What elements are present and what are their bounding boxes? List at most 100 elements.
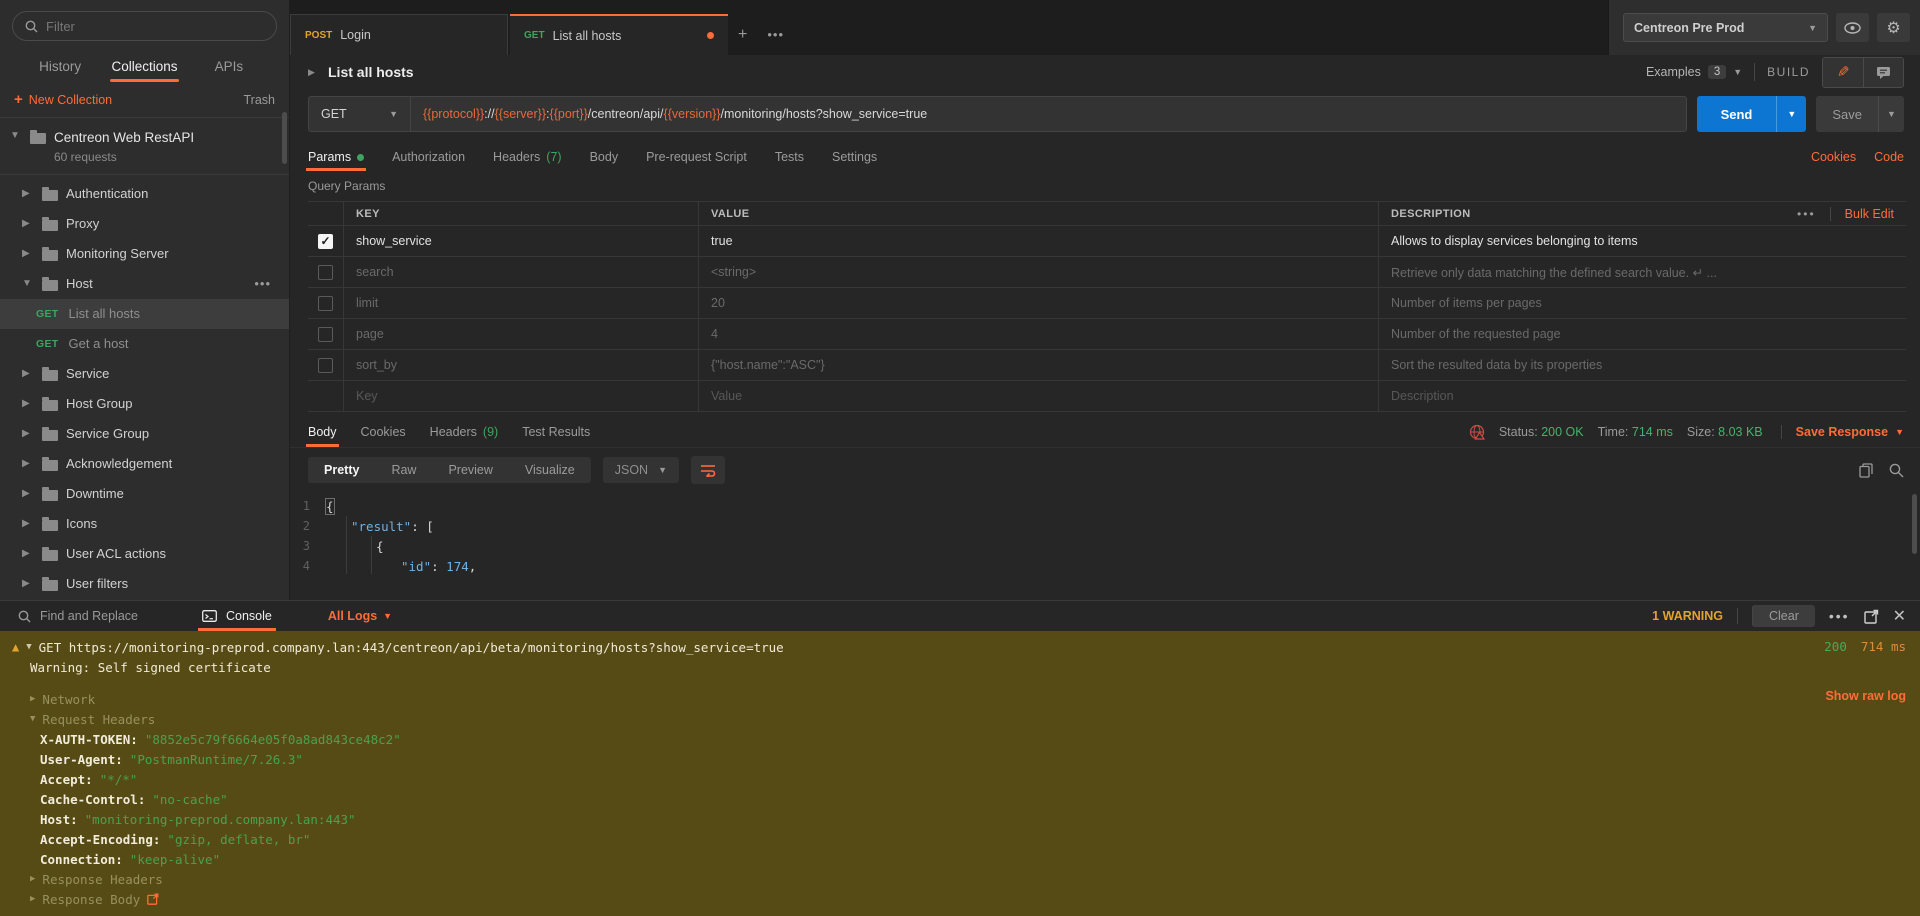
find-and-replace-button[interactable]: Find and Replace [14, 601, 142, 631]
build-label: BUILD [1767, 65, 1810, 79]
chevron-right-icon[interactable]: ▶ [308, 67, 320, 78]
settings-button[interactable]: ⚙ [1877, 13, 1910, 42]
environment-selector[interactable]: Centreon Pre Prod ▼ [1623, 13, 1828, 42]
tab-settings[interactable]: Settings [832, 143, 877, 171]
save-button[interactable]: Save [1816, 96, 1878, 132]
bulk-edit-link[interactable]: Bulk Edit [1830, 207, 1894, 221]
row-checkbox[interactable] [318, 265, 333, 280]
folder-icon [42, 430, 58, 441]
clear-console-button[interactable]: Clear [1752, 605, 1815, 627]
network-warning-icon[interactable] [1469, 424, 1485, 440]
sidebar-item-user-acl-actions[interactable]: ▶User ACL actions [0, 539, 289, 569]
sidebar-item-host[interactable]: ▼Host••• [0, 269, 289, 299]
console-header-line: X-AUTH-TOKEN:"8852e5c79f6664e05f0a8ad843… [12, 729, 1920, 749]
console-section-network[interactable]: ▶Network [12, 689, 1920, 709]
code-link[interactable]: Code [1874, 150, 1904, 164]
request-tab-login[interactable]: POST Login [290, 14, 508, 55]
row-checkbox[interactable] [318, 327, 333, 342]
row-checkbox[interactable] [318, 358, 333, 373]
row-checkbox[interactable]: ✓ [318, 234, 333, 249]
save-button-group: Save ▼ [1816, 96, 1904, 132]
tab-history[interactable]: History [18, 55, 102, 82]
folder-icon [42, 520, 58, 531]
log-filter-dropdown[interactable]: All Logs ▼ [324, 601, 396, 631]
trash-button[interactable]: Trash [244, 93, 276, 107]
sidebar-item-host-group[interactable]: ▶Host Group [0, 389, 289, 419]
comments-button[interactable] [1863, 58, 1903, 87]
view-raw[interactable]: Raw [375, 457, 432, 483]
view-pretty[interactable]: Pretty [308, 457, 375, 483]
view-visualize[interactable]: Visualize [509, 457, 591, 483]
examples-dropdown[interactable]: Examples 3 ▼ [1646, 65, 1742, 79]
new-collection-button[interactable]: +New Collection [14, 91, 112, 108]
show-raw-log-link[interactable]: Show raw log [1825, 689, 1906, 703]
console-section-response-headers[interactable]: ▶Response Headers [12, 869, 1920, 889]
tab-body[interactable]: Body [590, 143, 619, 171]
console-section-response-body[interactable]: ▶Response Body [12, 889, 1920, 909]
tab-response-body[interactable]: Body [308, 416, 337, 447]
tab-tests[interactable]: Tests [775, 143, 804, 171]
sidebar-item-list-all-hosts[interactable]: GETList all hosts [0, 299, 289, 329]
cookies-link[interactable]: Cookies [1811, 150, 1856, 164]
table-row: ✓ show_service true Allows to display se… [308, 226, 1906, 257]
tab-apis[interactable]: APIs [187, 55, 271, 82]
copy-icon[interactable] [1859, 463, 1873, 478]
console-section-request-headers[interactable]: ▼Request Headers [12, 709, 1920, 729]
search-response-icon[interactable] [1889, 463, 1904, 478]
view-preview[interactable]: Preview [432, 457, 508, 483]
chevron-down-icon[interactable]: ▼ [10, 130, 22, 141]
console-options-icon[interactable]: ••• [1829, 608, 1850, 624]
console-tab[interactable]: Console [198, 601, 276, 631]
filter-input[interactable] [46, 19, 264, 34]
response-body-viewer[interactable]: 1{ 2"result": [ 3{ 4"id": 174, [290, 490, 1920, 600]
tab-response-headers[interactable]: Headers(9) [430, 416, 499, 447]
tab-test-results[interactable]: Test Results [522, 416, 590, 447]
sidebar-filter[interactable] [12, 11, 277, 41]
sidebar-item-service[interactable]: ▶Service [0, 359, 289, 389]
sidebar-item-service-group[interactable]: ▶Service Group [0, 419, 289, 449]
send-button[interactable]: Send [1697, 96, 1777, 132]
chevron-down-icon[interactable]: ▼ [26, 642, 31, 652]
console-request-line[interactable]: ▲ ▼ GET https://monitoring-preprod.compa… [12, 637, 1920, 657]
sidebar-scrollbar[interactable] [282, 112, 287, 164]
url-input[interactable]: {{protocol}}://{{server}}:{{port}}/centr… [411, 97, 1686, 131]
tab-response-cookies[interactable]: Cookies [361, 416, 406, 447]
save-options-button[interactable]: ▼ [1878, 96, 1904, 132]
console-header-line: Connection:"keep-alive" [12, 849, 1920, 869]
collection-root[interactable]: ▼ Centreon Web RestAPI 60 requests [0, 118, 289, 175]
row-checkbox[interactable] [318, 296, 333, 311]
sidebar-item-get-a-host[interactable]: GETGet a host [0, 329, 289, 359]
new-tab-button[interactable]: + [728, 14, 757, 55]
item-options-icon[interactable]: ••• [254, 276, 271, 291]
console-log[interactable]: ▲ ▼ GET https://monitoring-preprod.compa… [0, 631, 1920, 916]
chevron-down-icon: ▼ [383, 611, 392, 621]
chevron-right-icon: ▶ [22, 398, 34, 409]
wrap-lines-button[interactable] [691, 456, 725, 484]
format-selector[interactable]: JSON ▼ [603, 457, 679, 483]
sidebar-item-user-filters[interactable]: ▶User filters [0, 569, 289, 599]
environment-quick-look-button[interactable] [1836, 13, 1869, 42]
table-options-icon[interactable]: ••• [1797, 207, 1816, 221]
sidebar-item-downtime[interactable]: ▶Downtime [0, 479, 289, 509]
open-in-new-icon[interactable] [1864, 609, 1879, 624]
tab-headers[interactable]: Headers(7) [493, 143, 562, 171]
tab-pre-request-script[interactable]: Pre-request Script [646, 143, 747, 171]
examples-count-badge: 3 [1708, 65, 1726, 79]
open-in-new-icon[interactable] [147, 893, 159, 905]
edit-request-button[interactable]: ✎ [1823, 58, 1863, 87]
request-tab-list-all-hosts[interactable]: GET List all hosts [510, 14, 728, 55]
sidebar-item-monitoring-server[interactable]: ▶Monitoring Server [0, 239, 289, 269]
save-response-button[interactable]: Save Response▼ [1781, 425, 1904, 439]
sidebar-item-acknowledgement[interactable]: ▶Acknowledgement [0, 449, 289, 479]
method-selector[interactable]: GET ▼ [309, 97, 411, 131]
sidebar-item-icons[interactable]: ▶Icons [0, 509, 289, 539]
tab-options-button[interactable]: ••• [757, 14, 794, 55]
send-options-button[interactable]: ▼ [1776, 96, 1806, 132]
sidebar-item-authentication[interactable]: ▶Authentication [0, 179, 289, 209]
response-scrollbar[interactable] [1912, 494, 1917, 554]
sidebar-item-proxy[interactable]: ▶Proxy [0, 209, 289, 239]
tab-params[interactable]: Params [308, 143, 364, 171]
tab-collections[interactable]: Collections [102, 55, 186, 82]
tab-authorization[interactable]: Authorization [392, 143, 465, 171]
close-icon[interactable]: ✕ [1893, 606, 1906, 626]
